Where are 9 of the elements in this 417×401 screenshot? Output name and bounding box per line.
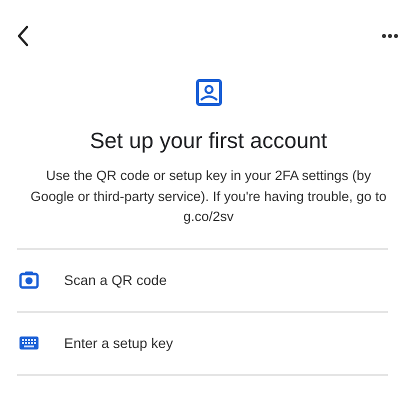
instructions-text: Use the QR code or setup key in your 2FA settings (by Google or third-party service). If you're having trouble, go to g.co/2sv xyxy=(29,167,388,226)
account-icon xyxy=(196,79,222,106)
chevron-left-icon xyxy=(16,25,30,47)
camera-icon xyxy=(19,271,39,289)
keyboard-icon xyxy=(19,336,39,350)
option-item[interactable]: Enter a setup key xyxy=(17,312,388,376)
option-item[interactable]: Scan a QR code xyxy=(17,250,388,312)
page-title: Set up your first account xyxy=(90,128,328,154)
more-icon xyxy=(381,33,399,39)
